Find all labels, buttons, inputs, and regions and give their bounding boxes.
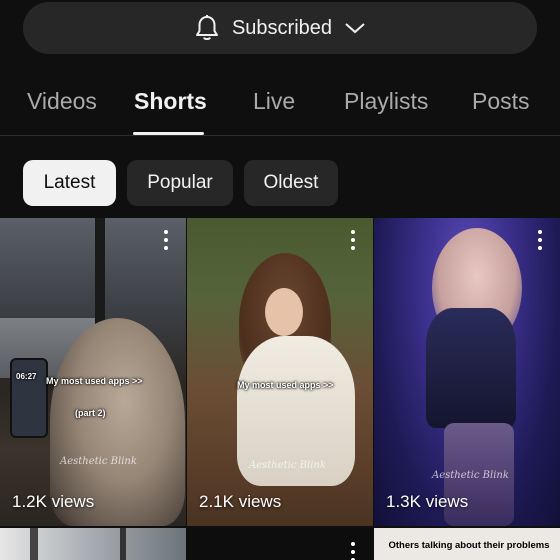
tab-live[interactable]: Live	[253, 88, 295, 115]
short-thumbnail[interactable]: My most used apps >> Aesthetic Blink 2.1…	[187, 218, 373, 526]
chip-oldest[interactable]: Oldest	[244, 160, 338, 206]
tab-videos[interactable]: Videos	[27, 88, 97, 115]
short-caption: My most used apps >>	[237, 380, 334, 390]
watermark: Aesthetic Blink	[60, 456, 137, 467]
phone-time: 06:27	[16, 372, 37, 381]
short-caption: Others talking about their problems	[388, 540, 550, 551]
tab-shorts[interactable]: Shorts	[134, 88, 207, 115]
short-thumbnail[interactable]	[187, 528, 373, 560]
more-options-icon[interactable]	[347, 230, 359, 250]
tab-playlists[interactable]: Playlists	[344, 88, 428, 115]
view-count: 2.1K views	[199, 492, 282, 511]
phone-image: 06:27	[10, 358, 48, 438]
short-thumbnail[interactable]: Others talking about their problems	[374, 528, 560, 560]
more-options-icon[interactable]	[160, 230, 172, 250]
thumbnail-image	[187, 528, 373, 560]
view-count: 1.2K views	[12, 492, 95, 511]
short-thumbnail[interactable]	[0, 528, 186, 560]
short-caption: My most used apps >>	[46, 376, 143, 386]
chip-popular[interactable]: Popular	[127, 160, 233, 206]
window-frame	[120, 528, 126, 560]
face-image	[265, 288, 303, 336]
chevron-down-icon	[344, 21, 366, 35]
bell-icon	[194, 14, 220, 42]
channel-tabs: Videos Shorts Live Playlists Posts	[0, 72, 560, 136]
shorts-grid: 06:27 My most used apps >> (part 2) Aest…	[0, 218, 560, 560]
subscribed-label: Subscribed	[231, 16, 333, 39]
chip-latest[interactable]: Latest	[23, 160, 116, 206]
more-options-icon[interactable]	[534, 230, 546, 250]
short-thumbnail[interactable]: 06:27 My most used apps >> (part 2) Aest…	[0, 218, 186, 526]
short-caption-part: (part 2)	[75, 408, 106, 418]
window-frame	[30, 528, 38, 560]
subscribed-button[interactable]: Subscribed	[23, 2, 537, 54]
tab-posts[interactable]: Posts	[472, 88, 530, 115]
active-tab-indicator	[133, 132, 204, 135]
view-count: 1.3K views	[386, 492, 469, 511]
thumbnail-image	[0, 528, 186, 560]
sort-chips: Latest Popular Oldest	[0, 160, 560, 208]
more-options-icon[interactable]	[347, 542, 359, 560]
outfit-image	[426, 308, 516, 428]
short-thumbnail[interactable]: Aesthetic Blink 1.3K views	[374, 218, 560, 526]
watermark: Aesthetic Blink	[432, 470, 509, 481]
watermark: Aesthetic Blink	[249, 460, 326, 471]
